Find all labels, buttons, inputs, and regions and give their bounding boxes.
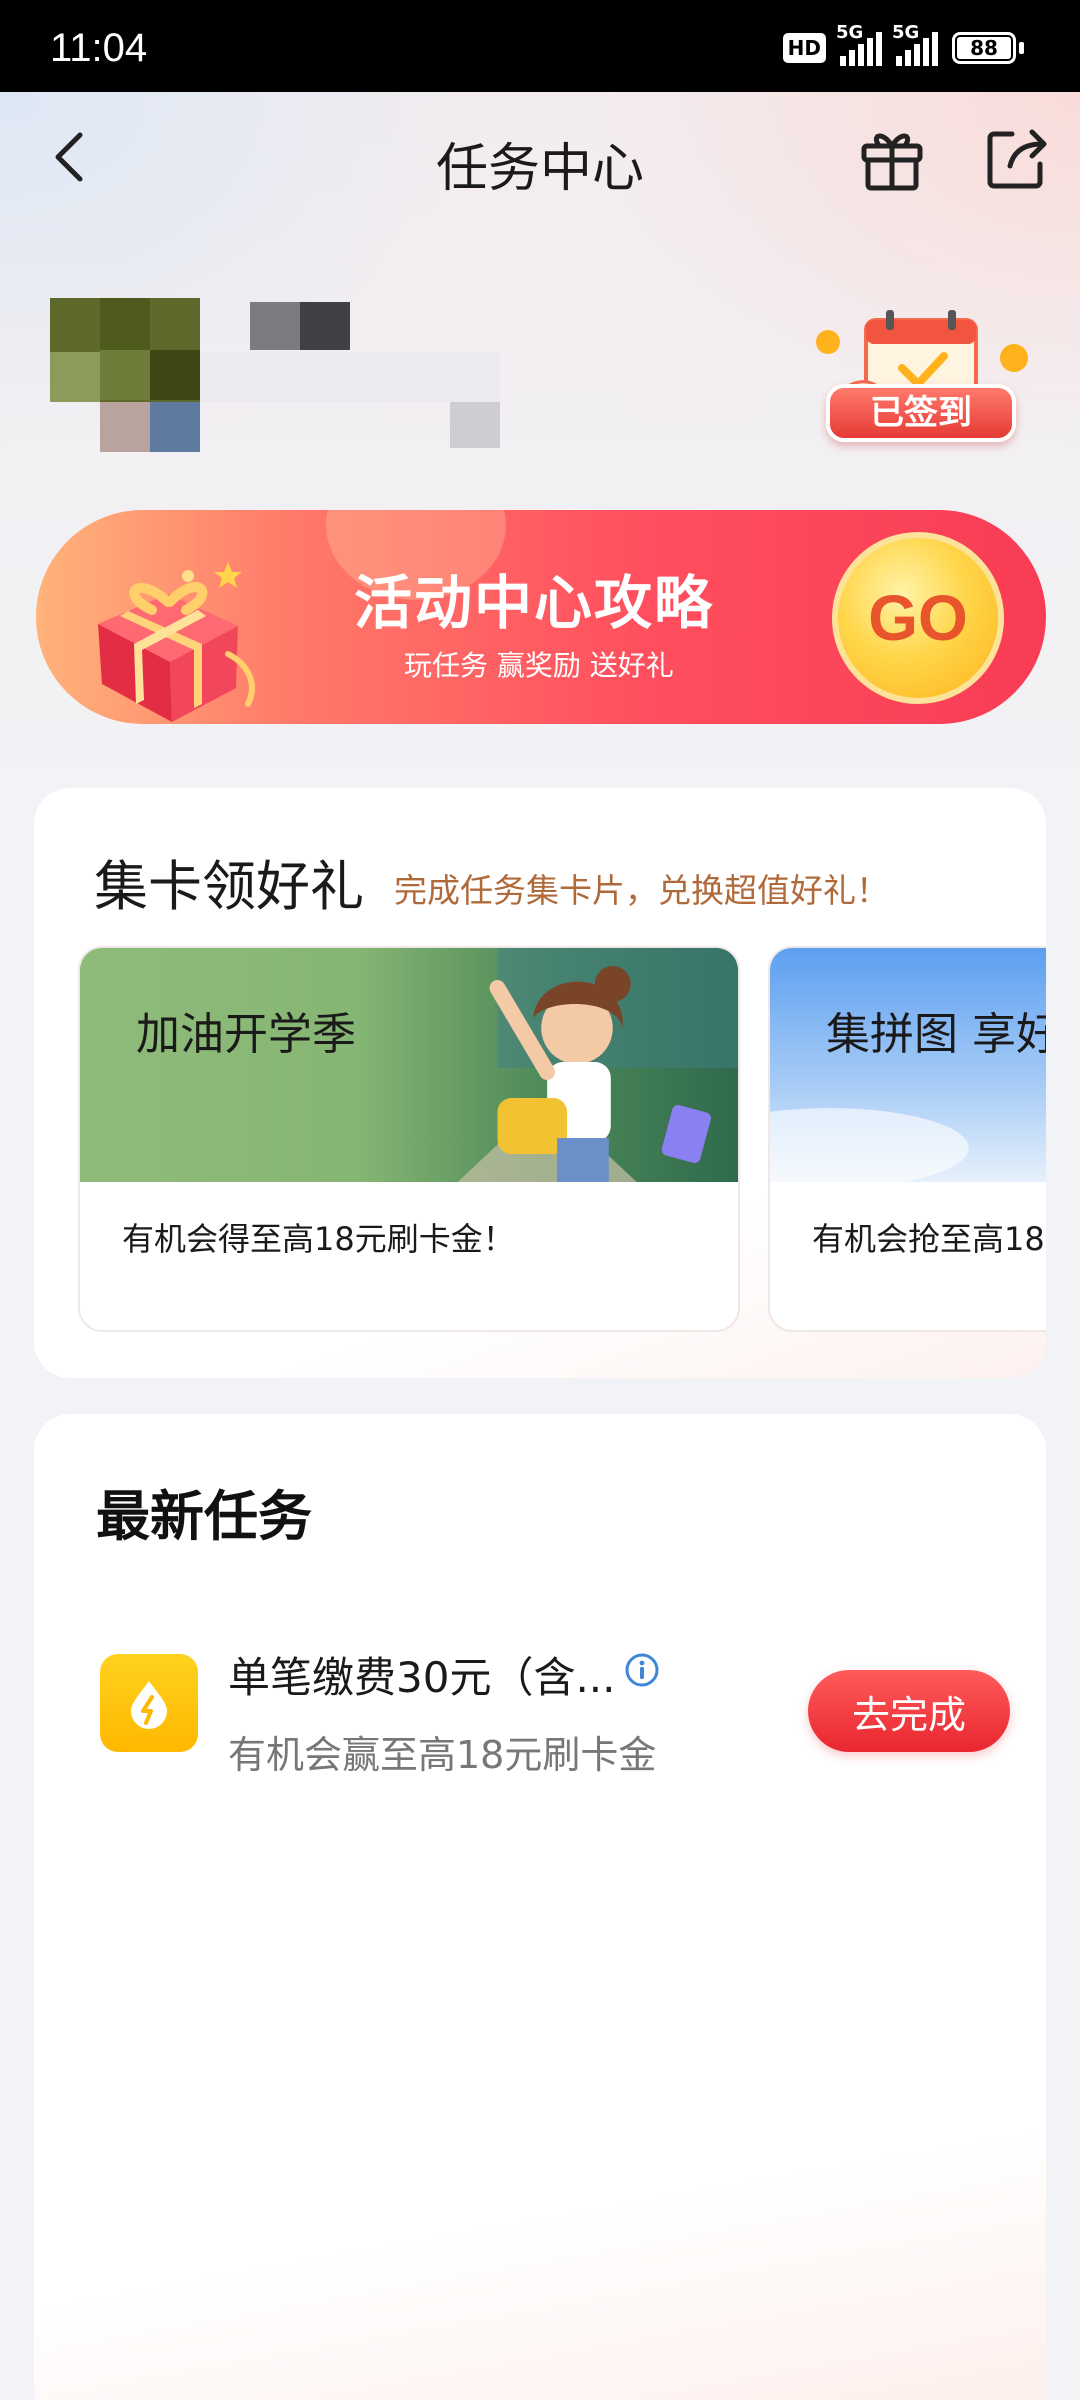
share-button[interactable] — [980, 122, 1052, 194]
signed-in-badge[interactable]: 已签到 — [806, 306, 1036, 456]
status-bar: 11:04 HD 5G 5G 88 — [0, 0, 1080, 92]
signed-in-label: 已签到 — [826, 384, 1016, 442]
gift-box-icon — [98, 562, 255, 722]
energy-drop-icon — [131, 1681, 167, 1729]
card-collection-section: 集卡领好礼 完成任务集卡片，兑换超值好礼！ 加油开学季 有机会得至高18元刷卡金… — [34, 788, 1046, 1378]
promo-card-desc: 有机会得至高18元刷卡金！ — [122, 1220, 515, 1258]
user-name-obscured — [250, 302, 300, 350]
battery-icon: 88 — [952, 32, 1024, 64]
banner-title: 活动中心攻略 — [354, 569, 715, 637]
network-type-label-2: 5G — [892, 22, 920, 43]
activity-guide-banner[interactable]: 活动中心攻略 玩任务 赢奖励 送好礼 GO — [36, 510, 1046, 724]
share-icon — [987, 129, 1047, 189]
user-profile-obscured — [50, 298, 560, 458]
complete-task-button[interactable]: 去完成 — [808, 1670, 1010, 1752]
task-item: 单笔缴费30元（含... 有机会赢至高18元刷卡金 去完成 — [64, 1590, 1010, 1790]
card-section-title: 集卡领好礼 — [94, 855, 364, 918]
task-name: 单笔缴费30元（含... — [228, 1653, 616, 1702]
go-button[interactable]: GO — [832, 532, 1004, 704]
latest-tasks-section: 最新任务 单笔缴费30元（含... 有机会赢至高18元刷卡金 去完成 — [34, 1414, 1046, 2400]
gift-icon — [861, 133, 923, 191]
latest-tasks-heading: 最新任务 — [96, 1485, 312, 1548]
signal-strength-icon: 5G — [836, 22, 882, 66]
task-icon — [100, 1654, 198, 1752]
hd-voice-icon: HD — [782, 33, 826, 63]
info-circle-icon — [625, 1653, 659, 1687]
promo-card-title: 加油开学季 — [136, 1009, 356, 1060]
promo-card-back-to-school[interactable]: 加油开学季 有机会得至高18元刷卡金！ — [78, 946, 740, 1332]
promo-card-puzzle[interactable]: 集拼图 享好 有机会抢至高18 — [768, 946, 1046, 1332]
promo-card-desc: 有机会抢至高18 — [812, 1220, 1045, 1258]
puzzle-card-illustration — [770, 948, 1046, 1182]
status-icons: HD 5G 5G 88 — [782, 22, 1024, 66]
gift-button[interactable] — [856, 122, 928, 194]
signal-strength-icon-2: 5G — [892, 22, 938, 66]
battery-level: 88 — [957, 36, 1011, 60]
info-icon[interactable] — [624, 1652, 660, 1688]
nav-bar: 任务中心 — [0, 92, 1080, 222]
back-to-school-illustration — [80, 948, 738, 1182]
card-section-subtitle: 完成任务集卡片，兑换超值好礼！ — [394, 871, 889, 910]
task-description: 有机会赢至高18元刷卡金 — [228, 1733, 657, 1777]
network-type-label: 5G — [836, 22, 864, 43]
banner-subtitle: 玩任务 赢奖励 送好礼 — [404, 649, 674, 682]
status-time: 11:04 — [50, 26, 148, 70]
promo-card-title: 集拼图 享好 — [826, 1009, 1046, 1060]
